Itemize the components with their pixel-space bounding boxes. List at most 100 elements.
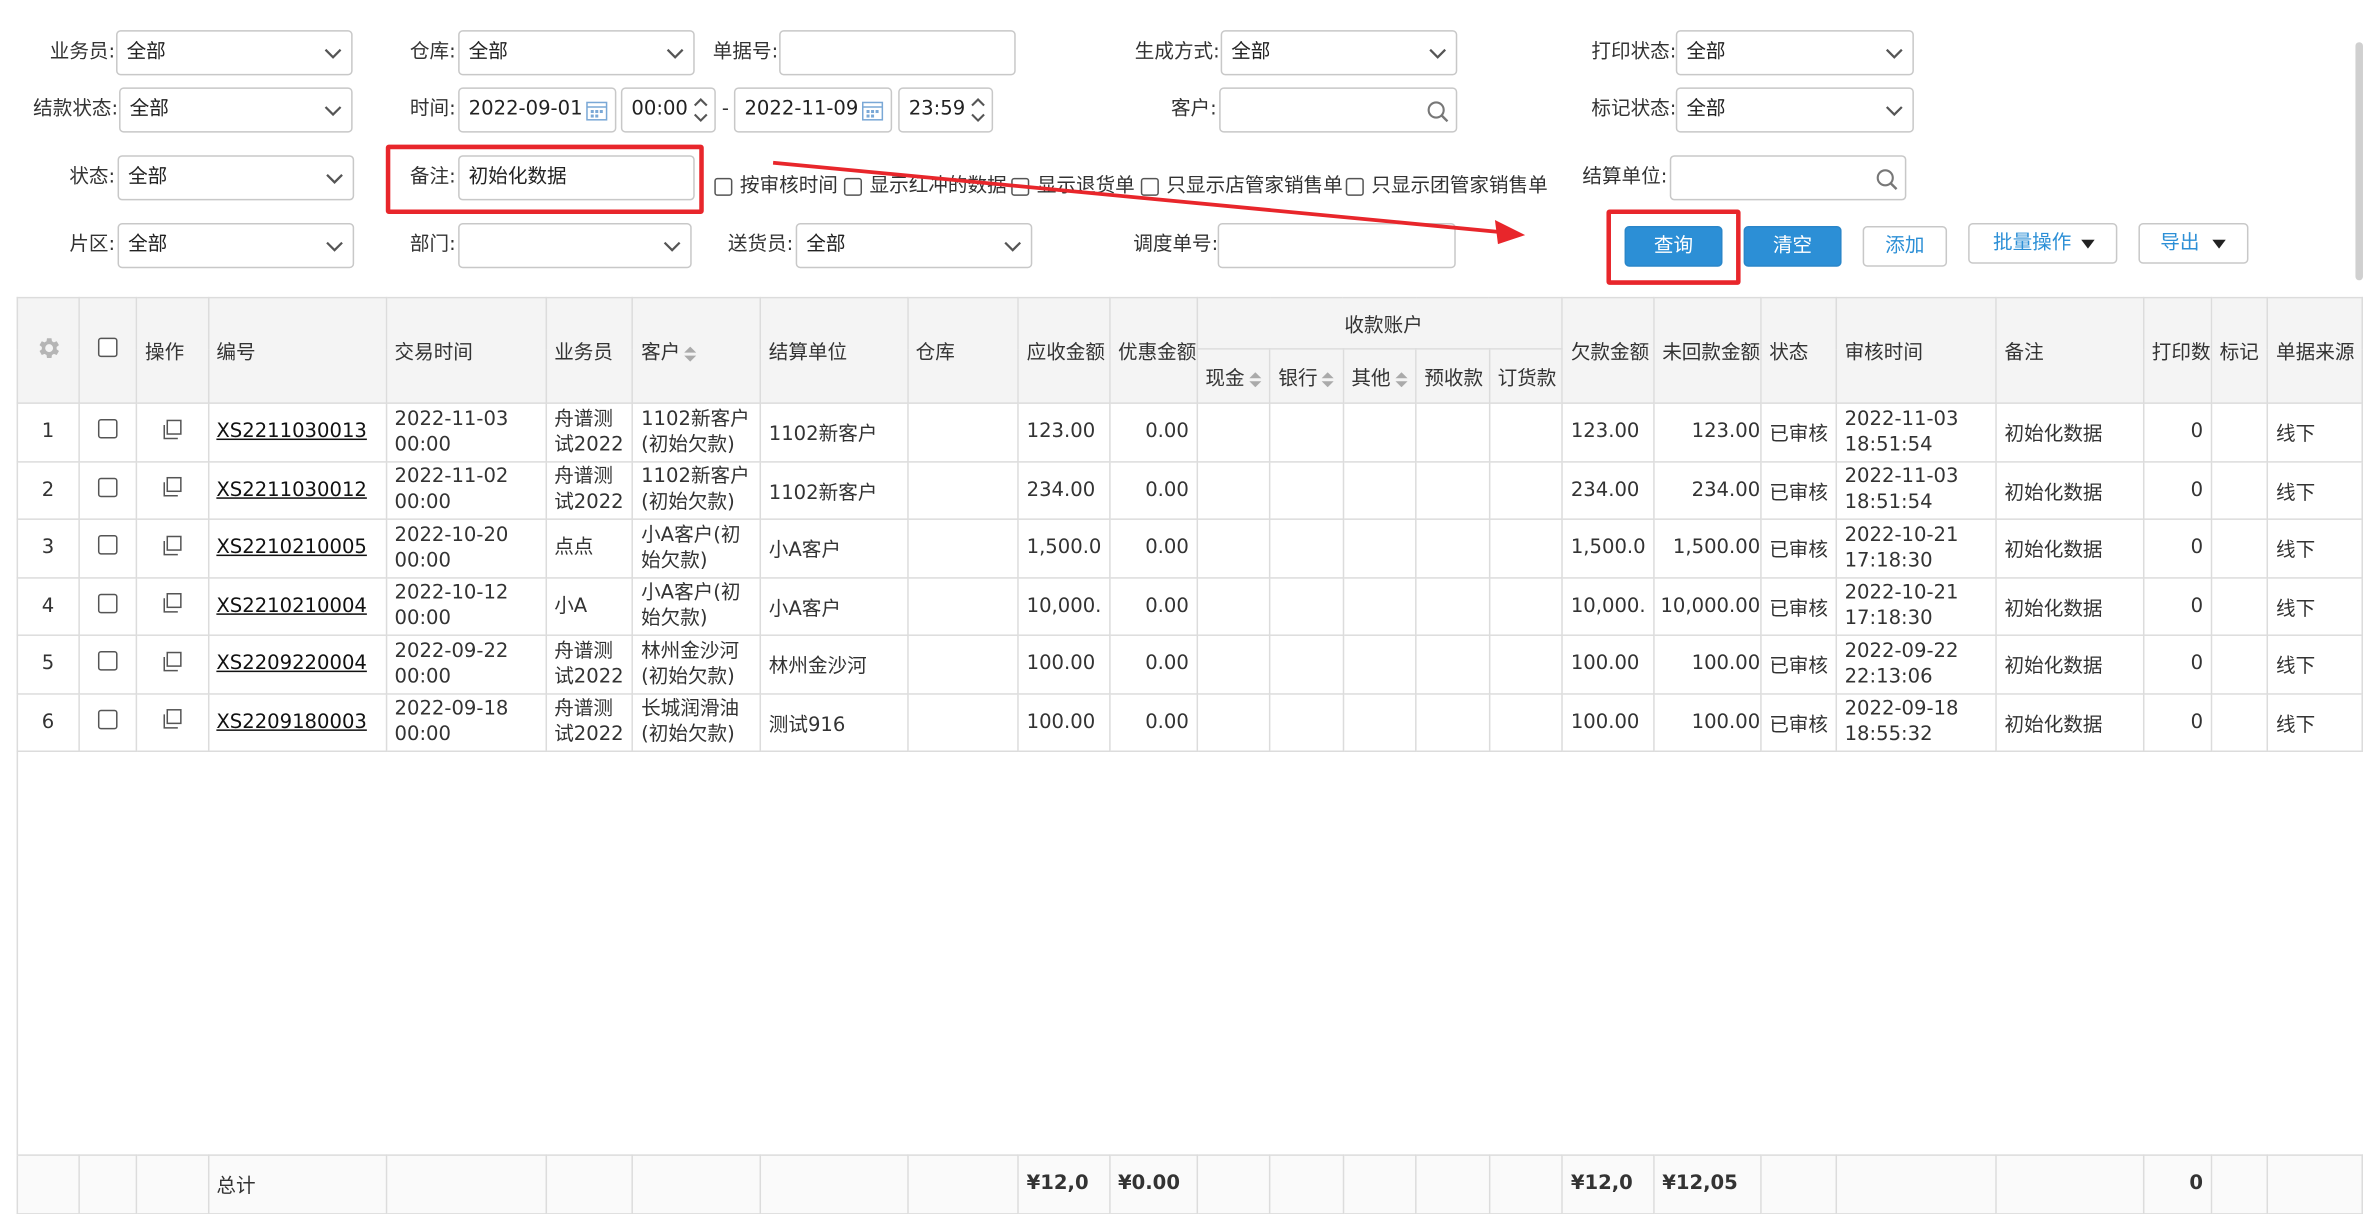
col-source[interactable]: 单据来源 <box>2267 296 2363 404</box>
col-status[interactable]: 状态 <box>1760 296 1838 404</box>
print-status-select[interactable]: 全部 <box>1675 30 1914 76</box>
table-row[interactable]: 4 XS2210210004 2022-10-12 00:00 小A 小A客户(… <box>16 576 2363 636</box>
order-link[interactable]: XS2211030013 <box>216 421 367 444</box>
row-op-cell[interactable] <box>135 692 209 752</box>
order-link[interactable]: XS2210210004 <box>216 595 367 618</box>
row-op-cell[interactable] <box>135 576 209 636</box>
row-checkbox[interactable] <box>97 477 118 497</box>
copy-icon[interactable] <box>162 535 183 556</box>
col-discount[interactable]: 优惠金额 <box>1108 296 1198 404</box>
row-op-cell[interactable] <box>135 460 209 520</box>
time-to-input[interactable]: 23:59 <box>898 87 994 133</box>
col-customer[interactable]: 客户 <box>632 296 762 404</box>
table-row[interactable]: 1 XS2211030013 2022-11-03 00:00 舟谱测试2022… <box>16 402 2363 462</box>
settle-status-select[interactable]: 全部 <box>119 87 353 133</box>
sort-icon[interactable] <box>1249 371 1262 387</box>
row-no[interactable]: XS2211030013 <box>207 402 387 462</box>
row-checkbox-cell[interactable] <box>77 402 138 462</box>
row-checkbox[interactable] <box>97 709 118 730</box>
col-cash[interactable]: 现金 <box>1196 348 1271 404</box>
col-audit-time[interactable]: 审核时间 <box>1835 296 1998 404</box>
col-receivable[interactable]: 应收金额 <box>1017 296 1111 404</box>
search-icon[interactable] <box>1875 167 1899 191</box>
row-no[interactable]: XS2210210004 <box>207 576 387 636</box>
row-checkbox[interactable] <box>97 535 118 555</box>
department-select[interactable] <box>458 223 692 269</box>
col-unreturned[interactable]: 未回款金额 <box>1653 296 1762 404</box>
search-icon[interactable] <box>1426 99 1450 123</box>
batch-operation-button[interactable]: 批量操作 <box>1968 223 2118 264</box>
row-op-cell[interactable] <box>135 402 209 462</box>
customer-input[interactable] <box>1219 87 1458 133</box>
page-scrollbar[interactable] <box>2355 42 2363 281</box>
select-all-cell[interactable] <box>77 296 138 404</box>
row-no[interactable]: XS2210210005 <box>207 518 387 578</box>
calendar-icon[interactable] <box>860 98 884 122</box>
row-checkbox-cell[interactable] <box>77 576 138 636</box>
col-settle-unit[interactable]: 结算单位 <box>759 296 909 404</box>
checkbox[interactable] <box>714 177 733 196</box>
calendar-icon[interactable] <box>585 98 609 122</box>
salesman-select[interactable]: 全部 <box>116 30 353 76</box>
copy-icon[interactable] <box>162 593 183 614</box>
copy-icon[interactable] <box>162 419 183 440</box>
row-checkbox-cell[interactable] <box>77 460 138 520</box>
select-all-checkbox[interactable] <box>97 337 118 358</box>
col-bank[interactable]: 银行 <box>1269 348 1344 404</box>
col-mark[interactable]: 标记 <box>2210 296 2269 404</box>
add-button[interactable]: 添加 <box>1862 226 1948 267</box>
copy-icon[interactable] <box>162 709 183 730</box>
row-checkbox[interactable] <box>97 651 118 671</box>
col-warehouse[interactable]: 仓库 <box>906 296 1020 404</box>
export-button[interactable]: 导出 <box>2138 223 2249 264</box>
row-checkbox[interactable] <box>97 593 118 613</box>
time-from-input[interactable]: 00:00 <box>620 87 716 133</box>
col-salesman[interactable]: 业务员 <box>545 296 634 404</box>
spinner-icon[interactable] <box>967 92 988 128</box>
warehouse-select[interactable]: 全部 <box>458 30 695 76</box>
col-order[interactable]: 订货款 <box>1488 348 1564 404</box>
col-print[interactable]: 打印数 <box>2142 296 2213 404</box>
row-no[interactable]: XS2211030012 <box>207 460 387 520</box>
area-select[interactable]: 全部 <box>117 223 355 269</box>
sort-icon[interactable] <box>1322 371 1335 387</box>
table-row[interactable]: 3 XS2210210005 2022-10-20 00:00 点点 小A客户(… <box>16 518 2363 578</box>
row-checkbox-cell[interactable] <box>77 692 138 752</box>
copy-icon[interactable] <box>162 477 183 498</box>
gear-icon[interactable] <box>34 334 61 361</box>
copy-icon[interactable] <box>162 651 183 672</box>
row-no[interactable]: XS2209180003 <box>207 692 387 752</box>
sort-icon[interactable] <box>684 345 697 361</box>
clear-button[interactable]: 清空 <box>1743 226 1842 267</box>
row-checkbox-cell[interactable] <box>77 634 138 694</box>
col-other[interactable]: 其他 <box>1342 348 1417 404</box>
column-settings-cell[interactable] <box>16 296 80 404</box>
row-checkbox-cell[interactable] <box>77 518 138 578</box>
row-op-cell[interactable] <box>135 634 209 694</box>
table-row[interactable]: 5 XS2209220004 2022-09-22 00:00 舟谱测试2022… <box>16 634 2363 694</box>
row-op-cell[interactable] <box>135 518 209 578</box>
row-no[interactable]: XS2209220004 <box>207 634 387 694</box>
col-time[interactable]: 交易时间 <box>385 296 547 404</box>
col-no[interactable]: 编号 <box>207 296 387 404</box>
order-link[interactable]: XS2209220004 <box>216 653 367 676</box>
sort-icon[interactable] <box>1395 371 1408 387</box>
order-link[interactable]: XS2210210005 <box>216 537 367 560</box>
doc-no-input[interactable] <box>779 30 1016 76</box>
table-row[interactable]: 6 XS2209180003 2022-09-18 00:00 舟谱测试2022… <box>16 692 2363 752</box>
table-row[interactable]: 2 XS2211030012 2022-11-02 00:00 舟谱测试2022… <box>16 460 2363 520</box>
order-link[interactable]: XS2209180003 <box>216 711 367 734</box>
row-time: 2022-09-22 00:00 <box>385 634 547 694</box>
date-to-input[interactable]: 2022-11-09 <box>733 87 893 133</box>
order-link[interactable]: XS2211030012 <box>216 479 367 502</box>
spinner-icon[interactable] <box>690 92 711 128</box>
settle-unit-input[interactable] <box>1669 155 1907 201</box>
status-select[interactable]: 全部 <box>117 155 355 201</box>
col-remark[interactable]: 备注 <box>1995 296 2145 404</box>
col-prepaid[interactable]: 预收款 <box>1415 348 1491 404</box>
col-owed[interactable]: 欠款金额 <box>1561 296 1655 404</box>
date-from-input[interactable]: 2022-09-01 <box>458 87 617 133</box>
row-checkbox[interactable] <box>97 419 118 439</box>
gen-method-select[interactable]: 全部 <box>1220 30 1458 76</box>
mark-status-select[interactable]: 全部 <box>1675 87 1914 133</box>
